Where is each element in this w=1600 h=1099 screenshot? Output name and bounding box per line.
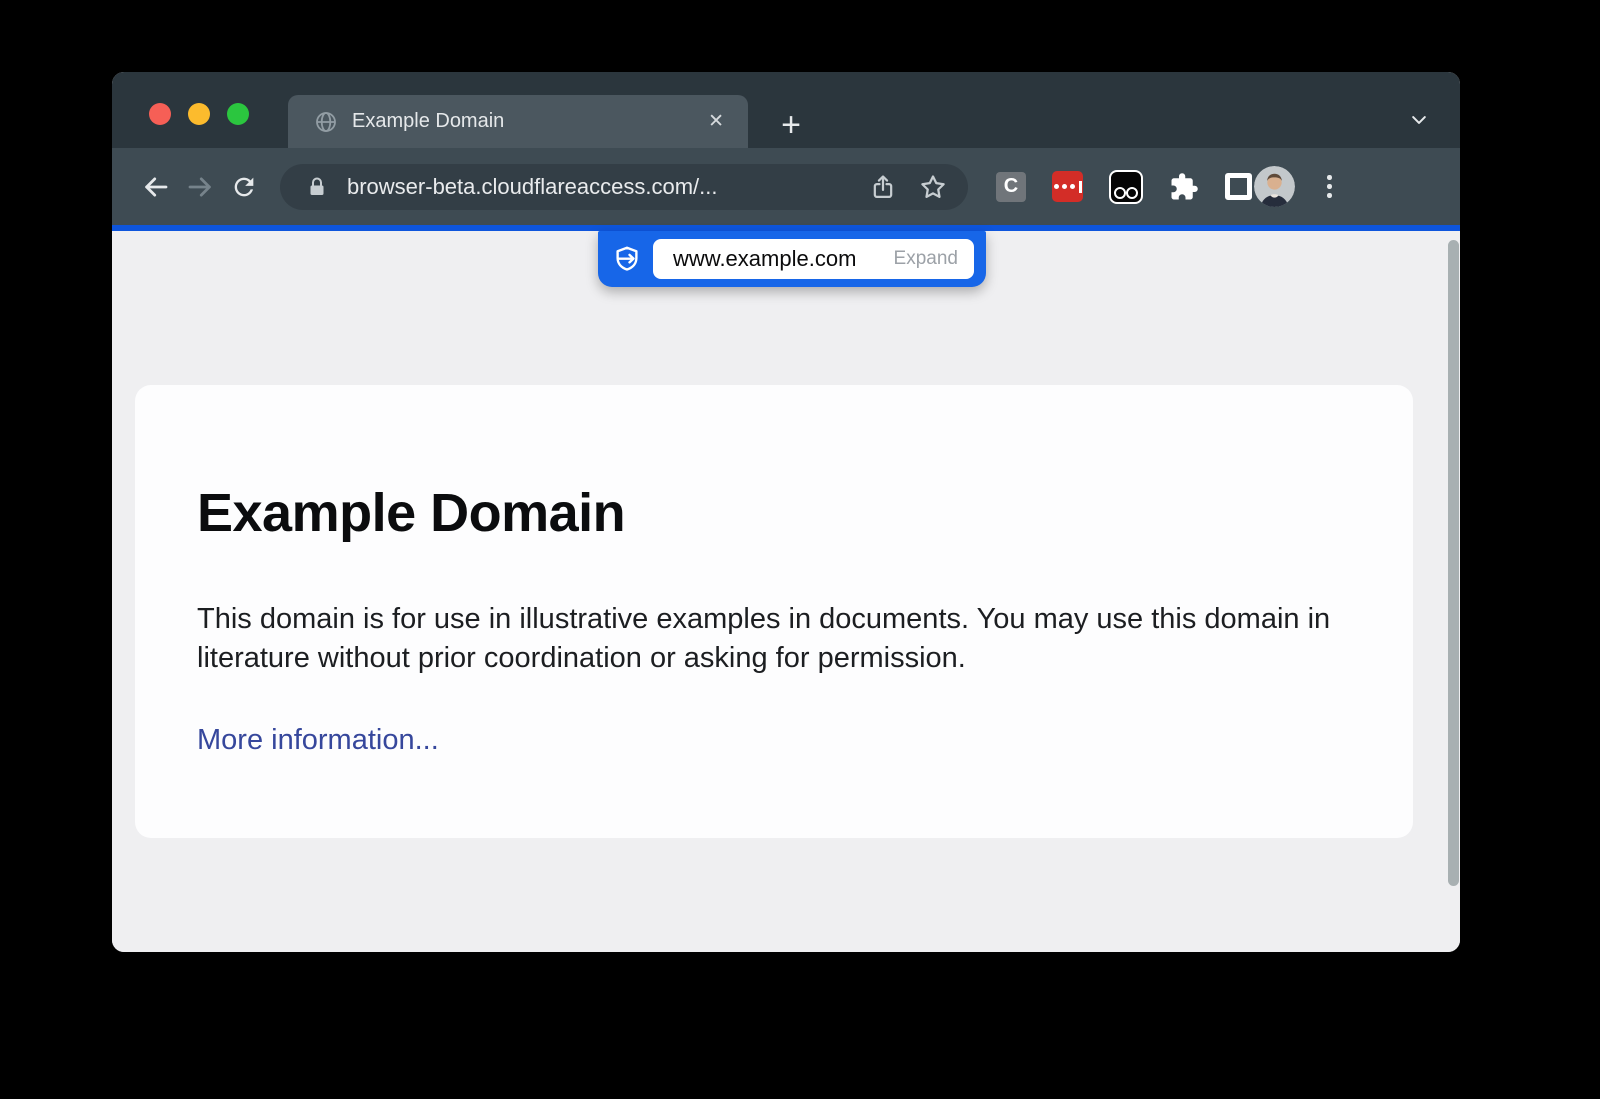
content-card: Example Domain This domain is for use in… [135,385,1413,838]
fullscreen-window-button[interactable] [227,103,249,125]
share-icon[interactable] [868,172,898,202]
reload-button[interactable] [222,165,266,209]
globe-favicon-icon [314,110,338,134]
expand-button[interactable]: Expand [894,248,958,270]
minimize-window-button[interactable] [188,103,210,125]
toolbar: browser-beta.cloudflareaccess.com/... C [112,148,1460,225]
shield-arrow-icon [612,244,642,274]
browser-window: Example Domain ✕ + [112,72,1460,952]
extensions-row: C [996,170,1252,204]
lock-icon[interactable] [302,172,332,202]
new-tab-button[interactable]: + [772,106,810,144]
desktop-background: Example Domain ✕ + [0,0,1600,1099]
back-button[interactable] [134,165,178,209]
profile-avatar[interactable] [1254,166,1295,207]
forward-button[interactable] [178,165,222,209]
side-panel-icon[interactable] [1225,173,1252,200]
browser-menu-icon[interactable] [1321,169,1338,204]
close-window-button[interactable] [149,103,171,125]
tab-strip: Example Domain ✕ + [112,72,1460,148]
bookmark-star-icon[interactable] [918,172,948,202]
isolation-indicator: www.example.com Expand [598,231,986,287]
tab-close-icon[interactable]: ✕ [708,112,724,131]
address-bar[interactable]: browser-beta.cloudflareaccess.com/... [280,164,968,210]
window-controls [149,103,249,125]
page-title: Example Domain [197,485,1413,542]
tab-list-chevron-icon[interactable] [1406,110,1432,130]
page-content: www.example.com Expand Example Domain Th… [112,231,1460,952]
extension-lastpass-icon[interactable] [1052,171,1083,202]
isolated-hostname: www.example.com [673,246,856,272]
extensions-puzzle-icon[interactable] [1169,172,1199,202]
more-information-link[interactable]: More information... [197,724,439,757]
isolated-hostname-field[interactable]: www.example.com Expand [653,239,974,279]
scrollbar-thumb[interactable] [1448,240,1459,886]
url-text: browser-beta.cloudflareaccess.com/... [347,174,718,200]
extension-c-icon[interactable]: C [996,172,1026,202]
tab-title: Example Domain [352,110,504,133]
page-paragraph: This domain is for use in illustrative e… [197,600,1349,678]
tab-example-domain[interactable]: Example Domain ✕ [288,95,748,148]
extension-goggles-icon[interactable] [1109,170,1143,204]
